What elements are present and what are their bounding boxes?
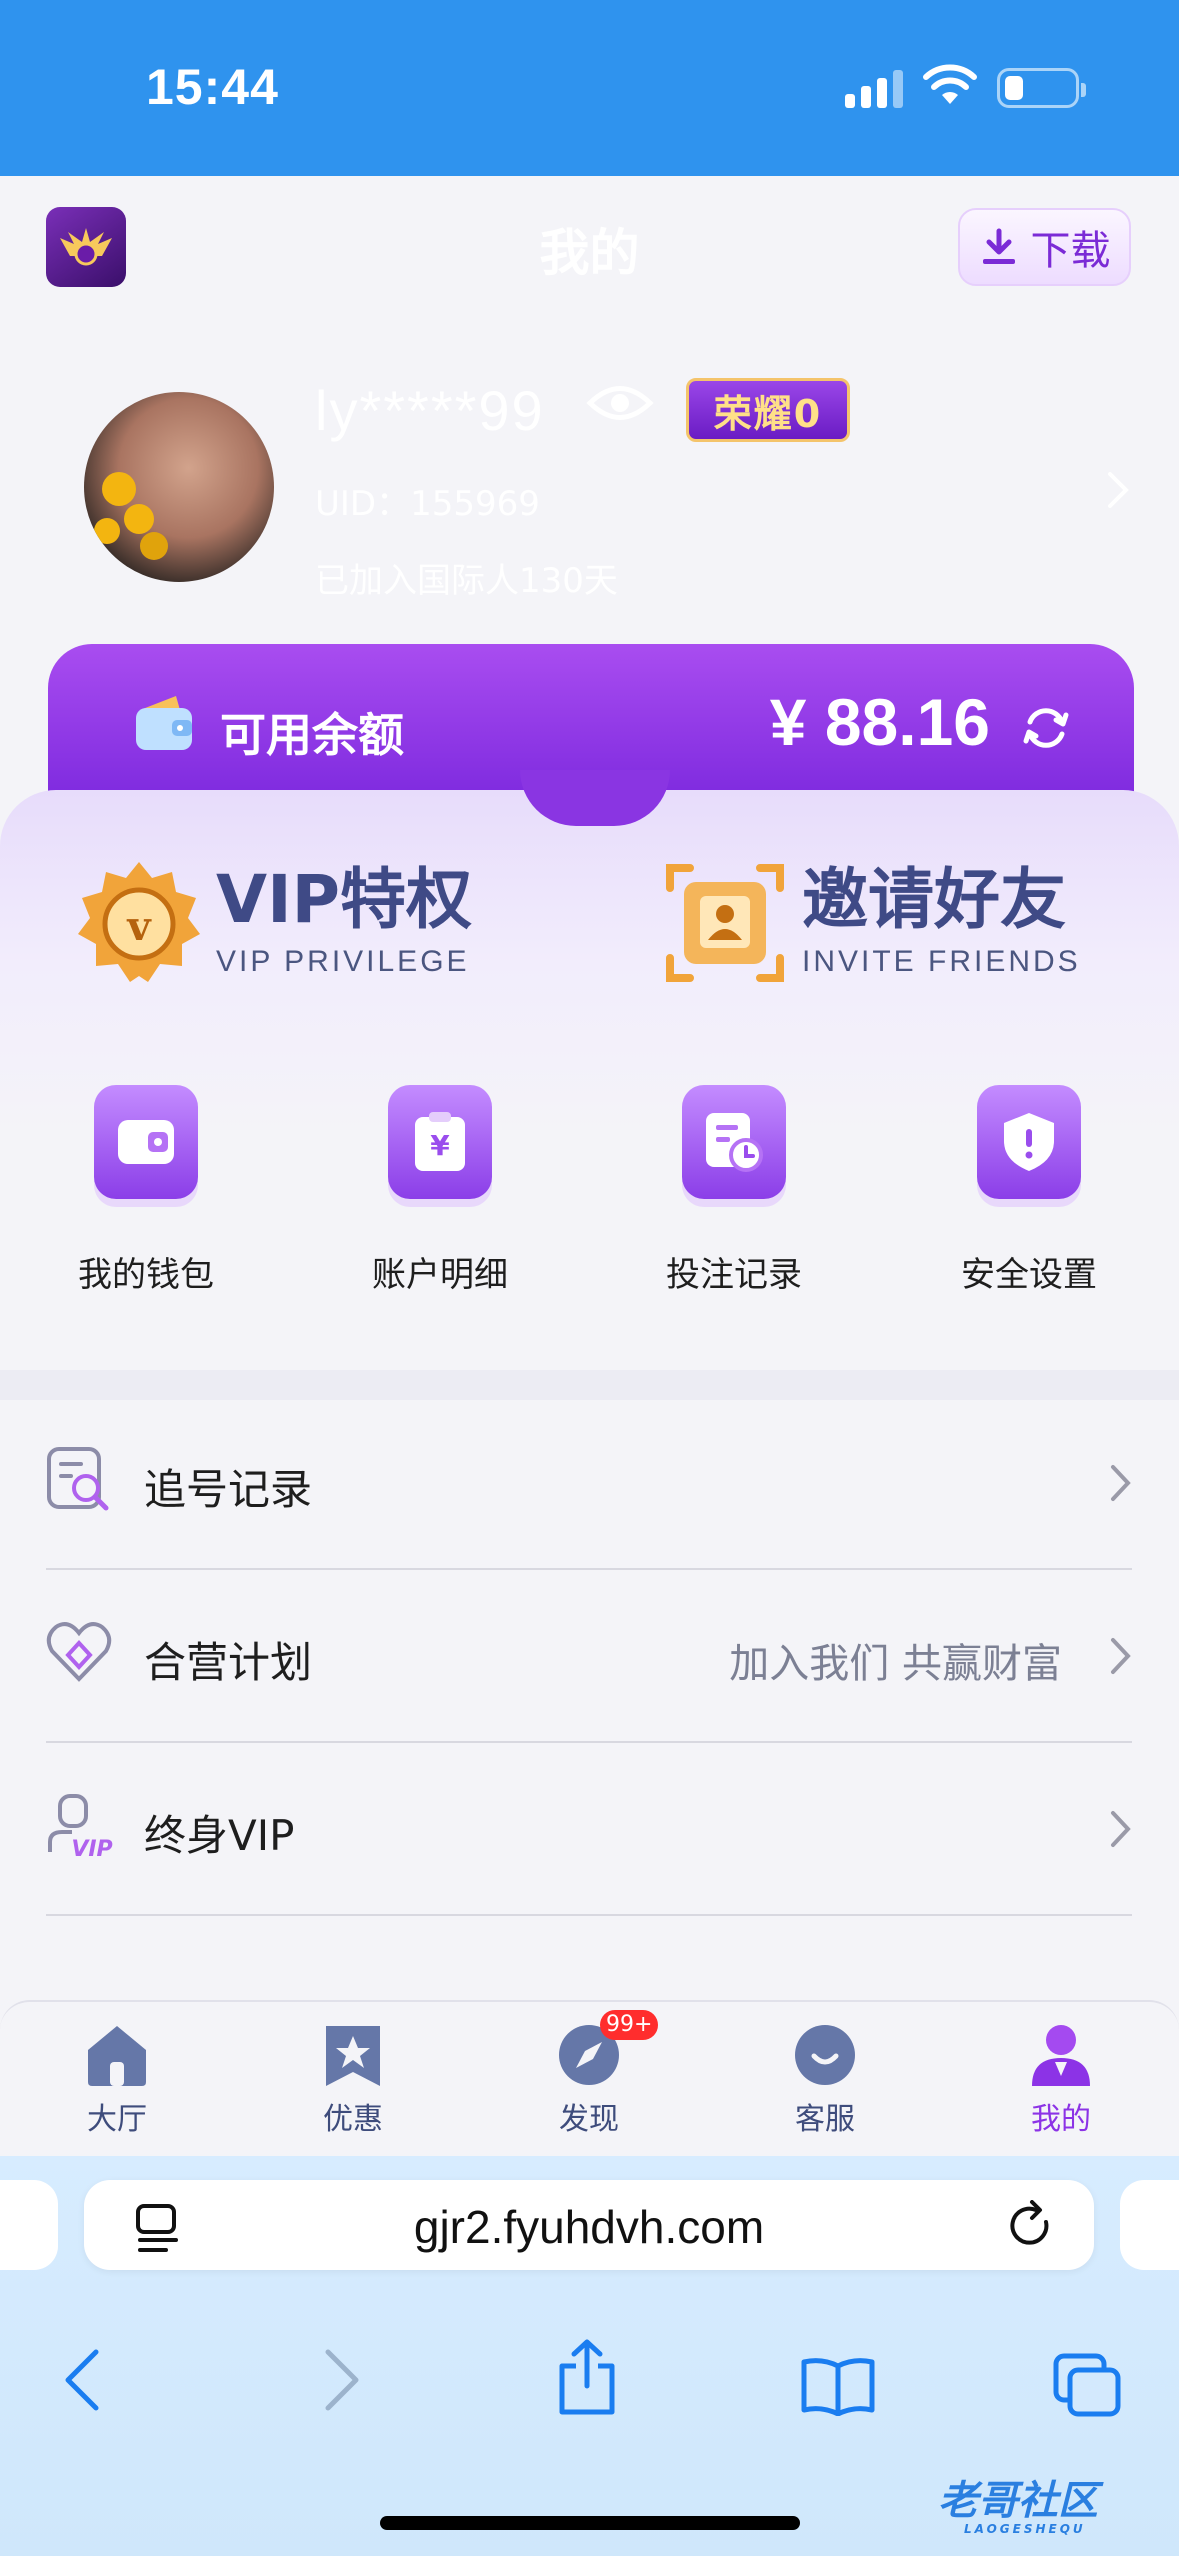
invite-friends-card[interactable]: 邀请好友 INVITE FRIENDS — [660, 858, 1081, 988]
tab-label: 大厅 — [87, 2102, 147, 2137]
download-button[interactable]: 下载 — [958, 208, 1131, 286]
shortcut-label: 账户明细 — [372, 1255, 508, 1295]
svg-text:¥: ¥ — [430, 1129, 450, 1162]
menu-label: 合营计划 — [144, 1638, 313, 1687]
user-id: UID：155969 — [315, 484, 540, 524]
notification-badge: 99+ — [600, 2010, 659, 2040]
wifi-icon — [923, 64, 977, 104]
star-bookmark-icon — [326, 2026, 380, 2086]
shortcut-account-details[interactable]: ¥ 账户明细 — [340, 1085, 540, 1296]
shield-icon — [1004, 1113, 1054, 1171]
heart-diamond-icon — [46, 1622, 112, 1682]
tabs-icon[interactable] — [1052, 2352, 1122, 2418]
menu-label: 终身VIP — [144, 1811, 295, 1860]
wallet-icon — [118, 1120, 174, 1164]
tab-customer-service[interactable]: 客服 — [750, 2022, 900, 2138]
balance-value: ¥ 88.16 — [769, 685, 990, 759]
download-icon — [982, 228, 1015, 264]
username: ly*****99 — [315, 379, 545, 442]
refresh-icon[interactable] — [1020, 702, 1072, 754]
invite-subtitle: INVITE FRIENDS — [802, 945, 1081, 978]
back-icon[interactable] — [62, 2348, 102, 2412]
record-clock-icon — [706, 1113, 763, 1172]
balance-label: 可用余额 — [220, 708, 404, 762]
chevron-right-icon — [1111, 1465, 1131, 1501]
menu-chase-records[interactable]: 追号记录 — [46, 1398, 1132, 1570]
bookmarks-icon[interactable] — [800, 2356, 876, 2416]
share-icon[interactable] — [554, 2338, 620, 2416]
vip-subtitle: VIP PRIVILEGE — [216, 945, 470, 978]
invite-card-icon — [666, 864, 784, 982]
next-tab-peek[interactable] — [1120, 2180, 1179, 2270]
shortcut-my-wallet[interactable]: 我的钱包 — [46, 1085, 246, 1296]
smile-icon — [795, 2025, 855, 2085]
tab-discover[interactable]: 99+ 发现 — [514, 2010, 664, 2138]
shortcut-label: 我的钱包 — [78, 1255, 214, 1295]
svg-text:v: v — [126, 903, 152, 950]
tab-lobby[interactable]: 大厅 — [42, 2022, 192, 2138]
eye-icon[interactable] — [586, 378, 654, 428]
home-icon — [88, 2026, 146, 2086]
joined-days: 已加入国际人130天 — [315, 561, 618, 601]
watermark: 老哥社区 LAOGESHEQU — [938, 2468, 1098, 2536]
vip-title: VIP特权 — [216, 861, 473, 938]
battery-icon — [997, 68, 1086, 108]
cellular-signal-icon — [845, 68, 903, 108]
watermark-sub: LAOGESHEQU — [964, 2522, 1086, 2536]
search-document-icon — [47, 1447, 109, 1511]
yuan-clipboard-icon: ¥ — [415, 1112, 465, 1171]
tab-label: 发现 — [559, 2102, 619, 2137]
section-divider — [0, 1370, 1179, 1400]
chevron-right-icon — [1111, 1638, 1131, 1674]
menu-lifetime-vip[interactable]: VIP 终身VIP — [46, 1744, 1132, 1916]
status-time: 15:44 — [146, 59, 279, 115]
shortcut-label: 安全设置 — [961, 1255, 1097, 1295]
vip-privilege-card[interactable]: v VIP特权 VIP PRIVILEGE — [74, 858, 472, 988]
menu-label: 追号记录 — [144, 1465, 313, 1514]
menu-extra: 加入我们 共赢财富 — [729, 1641, 1062, 1687]
honor-badge: 荣耀0 — [686, 378, 850, 442]
vip-person-icon: VIP — [48, 1794, 113, 1858]
tab-label: 客服 — [795, 2102, 855, 2137]
shortcut-bet-records[interactable]: 投注记录 — [634, 1085, 834, 1296]
shortcut-label: 投注记录 — [666, 1255, 802, 1295]
svg-text:VIP: VIP — [71, 1837, 112, 1858]
wallet-icon — [136, 696, 192, 750]
tab-label: 优惠 — [323, 2102, 383, 2137]
previous-tab-peek[interactable] — [0, 2180, 58, 2270]
user-icon — [1032, 2025, 1090, 2086]
home-indicator — [380, 2516, 800, 2530]
forward-icon[interactable] — [322, 2348, 362, 2412]
download-label: 下载 — [1030, 228, 1111, 274]
tab-label: 我的 — [1031, 2102, 1091, 2137]
invite-title: 邀请好友 — [802, 861, 1066, 938]
status-bar: 15:44 — [0, 0, 1179, 176]
vip-medal-icon: v — [78, 862, 200, 982]
bottom-tab-bar: 大厅 优惠 99+ 发现 客服 我的 — [0, 2000, 1179, 2156]
tab-mine[interactable]: 我的 — [986, 2022, 1136, 2138]
shortcut-security-settings[interactable]: 安全设置 — [929, 1085, 1129, 1296]
reload-icon[interactable] — [1006, 2200, 1056, 2254]
chevron-right-icon[interactable] — [1106, 470, 1130, 510]
menu-partnership-plan[interactable]: 合营计划 加入我们 共赢财富 — [46, 1571, 1132, 1743]
watermark-text: 老哥社区 — [938, 2478, 1098, 2524]
tab-promotions[interactable]: 优惠 — [278, 2022, 428, 2138]
avatar[interactable] — [84, 392, 274, 582]
chevron-right-icon — [1111, 1811, 1131, 1847]
url-text: gjr2.fyuhdvh.com — [413, 2201, 765, 2253]
address-bar[interactable]: gjr2.fyuhdvh.com — [84, 2180, 1094, 2270]
